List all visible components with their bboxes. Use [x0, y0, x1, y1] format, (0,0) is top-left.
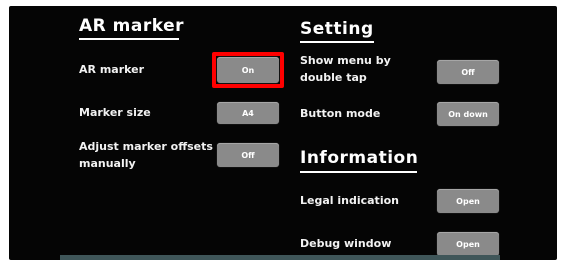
bottom-bar: [60, 255, 500, 260]
legal-indication-open-button[interactable]: Open: [437, 189, 499, 213]
setting-heading: Setting: [300, 19, 374, 39]
ar-marker-label: AR marker: [79, 63, 145, 76]
settings-panel: AR marker AR marker On Marker size A4 Ad…: [9, 6, 557, 260]
information-heading: Information: [300, 148, 419, 168]
ar-marker-heading-underline: [79, 38, 179, 40]
debug-window-open-button[interactable]: Open: [437, 232, 499, 256]
adjust-marker-offsets-label: Adjust marker offsets manually: [79, 140, 213, 170]
ar-marker-toggle-button[interactable]: On: [217, 57, 279, 83]
button-mode-button[interactable]: On down: [437, 102, 499, 126]
ar-marker-heading: AR marker: [79, 16, 184, 36]
legal-indication-label: Legal indication: [300, 194, 399, 207]
button-mode-label: Button mode: [300, 107, 381, 120]
setting-heading-underline: [300, 41, 374, 43]
adjust-marker-offsets-button[interactable]: Off: [217, 143, 279, 167]
show-menu-double-tap-button[interactable]: Off: [437, 60, 499, 84]
information-heading-underline: [300, 171, 417, 173]
screen: AR marker AR marker On Marker size A4 Ad…: [0, 0, 567, 266]
marker-size-button[interactable]: A4: [217, 102, 279, 124]
marker-size-label: Marker size: [79, 106, 151, 119]
debug-window-label: Debug window: [300, 237, 392, 250]
show-menu-double-tap-label: Show menu by double tap: [300, 54, 391, 84]
